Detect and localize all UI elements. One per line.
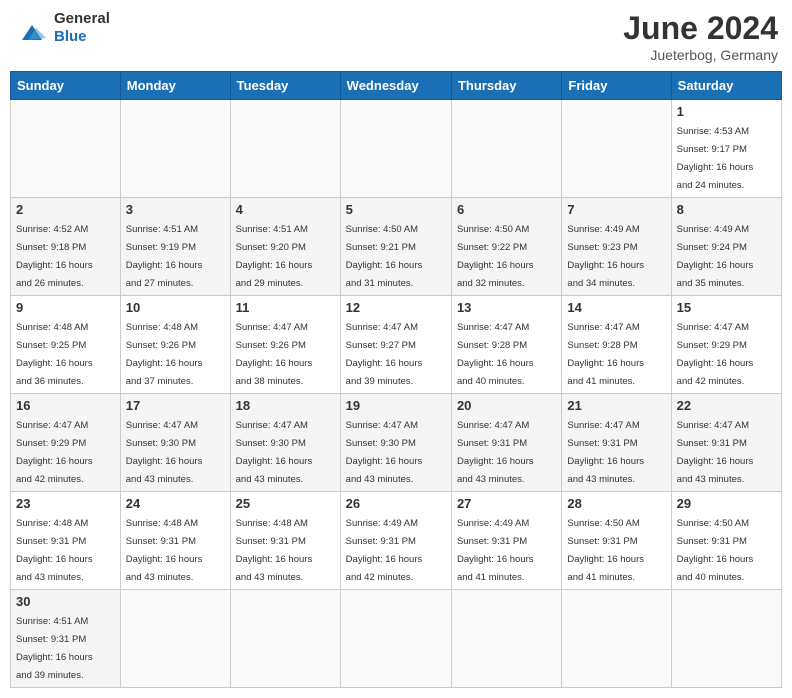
empty-cell [340,100,451,198]
day-12: 12 Sunrise: 4:47 AMSunset: 9:27 PMDaylig… [340,296,451,394]
calendar-row-5: 23 Sunrise: 4:48 AMSunset: 9:31 PMDaylig… [11,492,782,590]
empty-cell [562,100,671,198]
day-5: 5 Sunrise: 4:50 AMSunset: 9:21 PMDayligh… [340,198,451,296]
empty-cell [120,590,230,688]
day-26: 26 Sunrise: 4:49 AMSunset: 9:31 PMDaylig… [340,492,451,590]
calendar-row-1: 1 Sunrise: 4:53 AMSunset: 9:17 PMDayligh… [11,100,782,198]
calendar-row-3: 9 Sunrise: 4:48 AMSunset: 9:25 PMDayligh… [11,296,782,394]
title-section: June 2024 Jueterbog, Germany [623,10,778,63]
day-17: 17 Sunrise: 4:47 AMSunset: 9:30 PMDaylig… [120,394,230,492]
empty-cell [451,590,561,688]
calendar-row-6: 30 Sunrise: 4:51 AMSunset: 9:31 PMDaylig… [11,590,782,688]
day-10: 10 Sunrise: 4:48 AMSunset: 9:26 PMDaylig… [120,296,230,394]
day-4: 4 Sunrise: 4:51 AMSunset: 9:20 PMDayligh… [230,198,340,296]
calendar-row-4: 16 Sunrise: 4:47 AMSunset: 9:29 PMDaylig… [11,394,782,492]
day-19: 19 Sunrise: 4:47 AMSunset: 9:30 PMDaylig… [340,394,451,492]
day-2: 2 Sunrise: 4:52 AMSunset: 9:18 PMDayligh… [11,198,121,296]
day-28: 28 Sunrise: 4:50 AMSunset: 9:31 PMDaylig… [562,492,671,590]
day-13: 13 Sunrise: 4:47 AMSunset: 9:28 PMDaylig… [451,296,561,394]
day-9: 9 Sunrise: 4:48 AMSunset: 9:25 PMDayligh… [11,296,121,394]
day-18: 18 Sunrise: 4:47 AMSunset: 9:30 PMDaylig… [230,394,340,492]
header-wednesday: Wednesday [340,72,451,100]
logo-icon [14,10,50,46]
day-14: 14 Sunrise: 4:47 AMSunset: 9:28 PMDaylig… [562,296,671,394]
header-tuesday: Tuesday [230,72,340,100]
empty-cell [230,590,340,688]
day-20: 20 Sunrise: 4:47 AMSunset: 9:31 PMDaylig… [451,394,561,492]
day-24: 24 Sunrise: 4:48 AMSunset: 9:31 PMDaylig… [120,492,230,590]
day-22: 22 Sunrise: 4:47 AMSunset: 9:31 PMDaylig… [671,394,781,492]
empty-cell [120,100,230,198]
day-25: 25 Sunrise: 4:48 AMSunset: 9:31 PMDaylig… [230,492,340,590]
location-subtitle: Jueterbog, Germany [623,47,778,63]
calendar-table: Sunday Monday Tuesday Wednesday Thursday… [10,71,782,688]
empty-cell [340,590,451,688]
day-7: 7 Sunrise: 4:49 AMSunset: 9:23 PMDayligh… [562,198,671,296]
empty-cell [451,100,561,198]
month-title: June 2024 [623,10,778,47]
day-6: 6 Sunrise: 4:50 AMSunset: 9:22 PMDayligh… [451,198,561,296]
day-8: 8 Sunrise: 4:49 AMSunset: 9:24 PMDayligh… [671,198,781,296]
day-15: 15 Sunrise: 4:47 AMSunset: 9:29 PMDaylig… [671,296,781,394]
header-thursday: Thursday [451,72,561,100]
day-29: 29 Sunrise: 4:50 AMSunset: 9:31 PMDaylig… [671,492,781,590]
calendar-row-2: 2 Sunrise: 4:52 AMSunset: 9:18 PMDayligh… [11,198,782,296]
day-27: 27 Sunrise: 4:49 AMSunset: 9:31 PMDaylig… [451,492,561,590]
day-16: 16 Sunrise: 4:47 AMSunset: 9:29 PMDaylig… [11,394,121,492]
day-30: 30 Sunrise: 4:51 AMSunset: 9:31 PMDaylig… [11,590,121,688]
logo: General Blue [14,10,110,46]
header: General Blue June 2024 Jueterbog, German… [10,10,782,63]
header-sunday: Sunday [11,72,121,100]
day-3: 3 Sunrise: 4:51 AMSunset: 9:19 PMDayligh… [120,198,230,296]
empty-cell [230,100,340,198]
day-1: 1 Sunrise: 4:53 AMSunset: 9:17 PMDayligh… [671,100,781,198]
header-monday: Monday [120,72,230,100]
day-21: 21 Sunrise: 4:47 AMSunset: 9:31 PMDaylig… [562,394,671,492]
day-23: 23 Sunrise: 4:48 AMSunset: 9:31 PMDaylig… [11,492,121,590]
header-saturday: Saturday [671,72,781,100]
empty-cell [11,100,121,198]
empty-cell [671,590,781,688]
day-11: 11 Sunrise: 4:47 AMSunset: 9:26 PMDaylig… [230,296,340,394]
header-friday: Friday [562,72,671,100]
empty-cell [562,590,671,688]
